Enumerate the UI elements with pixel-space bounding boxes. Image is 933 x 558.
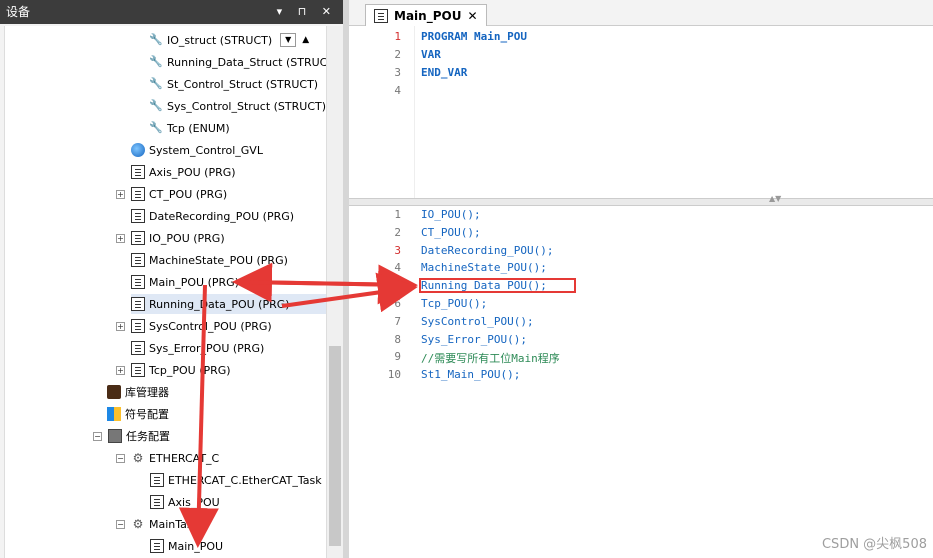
arrow-from-running-data (281, 272, 418, 313)
annotation-arrows (178, 262, 418, 548)
arrow-to-task-main-pou (178, 284, 219, 548)
watermark: CSDN @尖枫508 (821, 537, 927, 552)
